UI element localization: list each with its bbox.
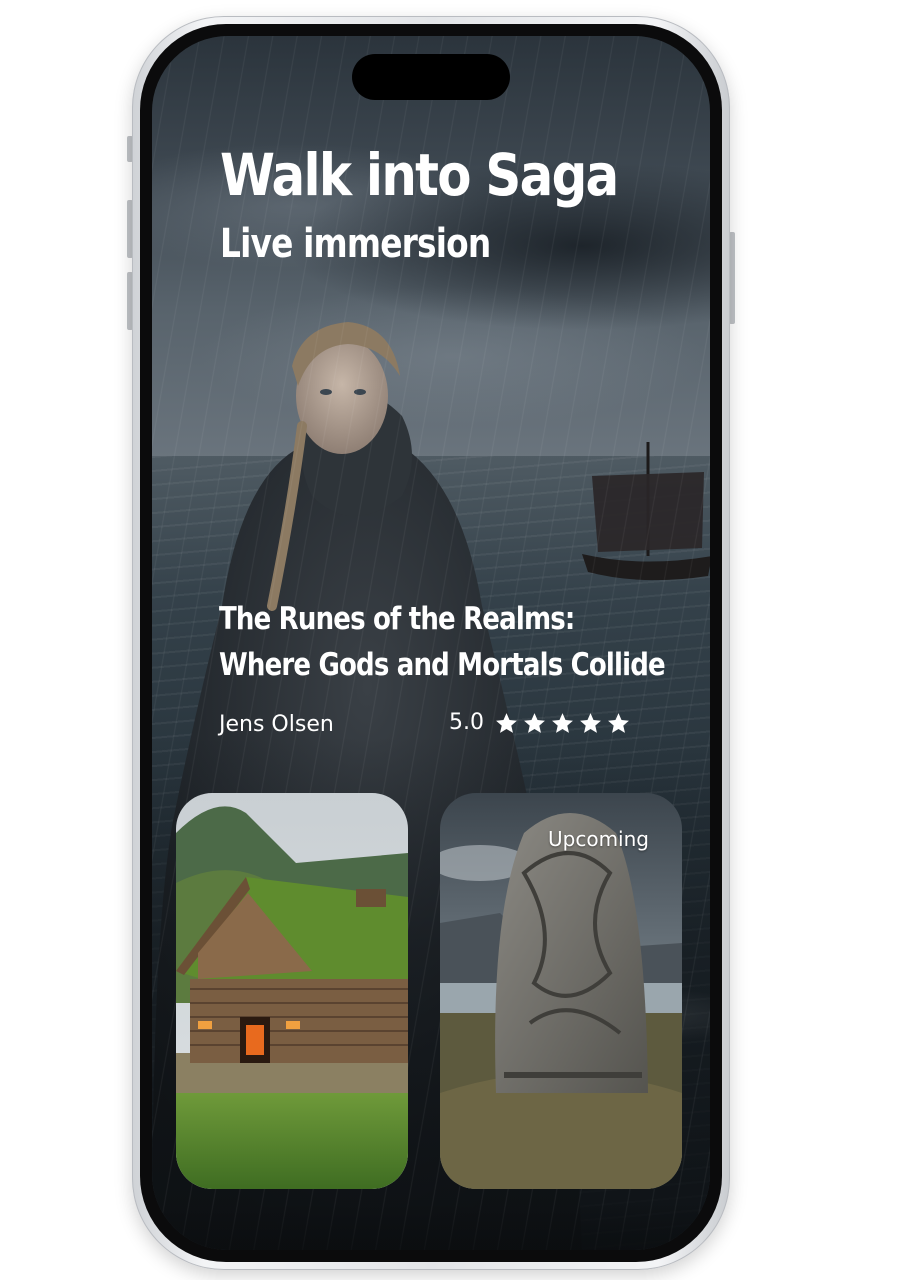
star-icon (580, 712, 601, 733)
star-icon (552, 712, 573, 733)
featured-experience-title[interactable]: The Runes of the Realms: Where Gods and … (219, 596, 666, 688)
rating-value: 5.0 (449, 710, 484, 735)
author-name: Jens Olsen (219, 712, 334, 737)
longship-illustration (582, 442, 710, 581)
longhouse-image (176, 793, 408, 1189)
runestone-card[interactable]: Upcoming (440, 793, 682, 1189)
screen-bottom-fade (152, 1204, 710, 1250)
page: Walk into Saga Live immersion The Runes … (0, 0, 908, 1280)
hero-subtitle: Live immersion (220, 221, 491, 267)
featured-title-line-1: The Runes of the Realms: (219, 601, 575, 637)
rating: 5.0 (449, 708, 631, 738)
dynamic-island (352, 54, 510, 100)
star-rating (494, 711, 631, 736)
upcoming-badge: Upcoming (548, 827, 649, 851)
star-icon (496, 712, 517, 733)
star-icon (608, 712, 629, 733)
featured-title-line-2: Where Gods and Mortals Collide (219, 647, 666, 683)
hero-title: Walk into Saga (220, 141, 619, 209)
phone-screen: Walk into Saga Live immersion The Runes … (152, 36, 710, 1250)
star-icon (524, 712, 545, 733)
longhouse-card[interactable] (176, 793, 408, 1189)
